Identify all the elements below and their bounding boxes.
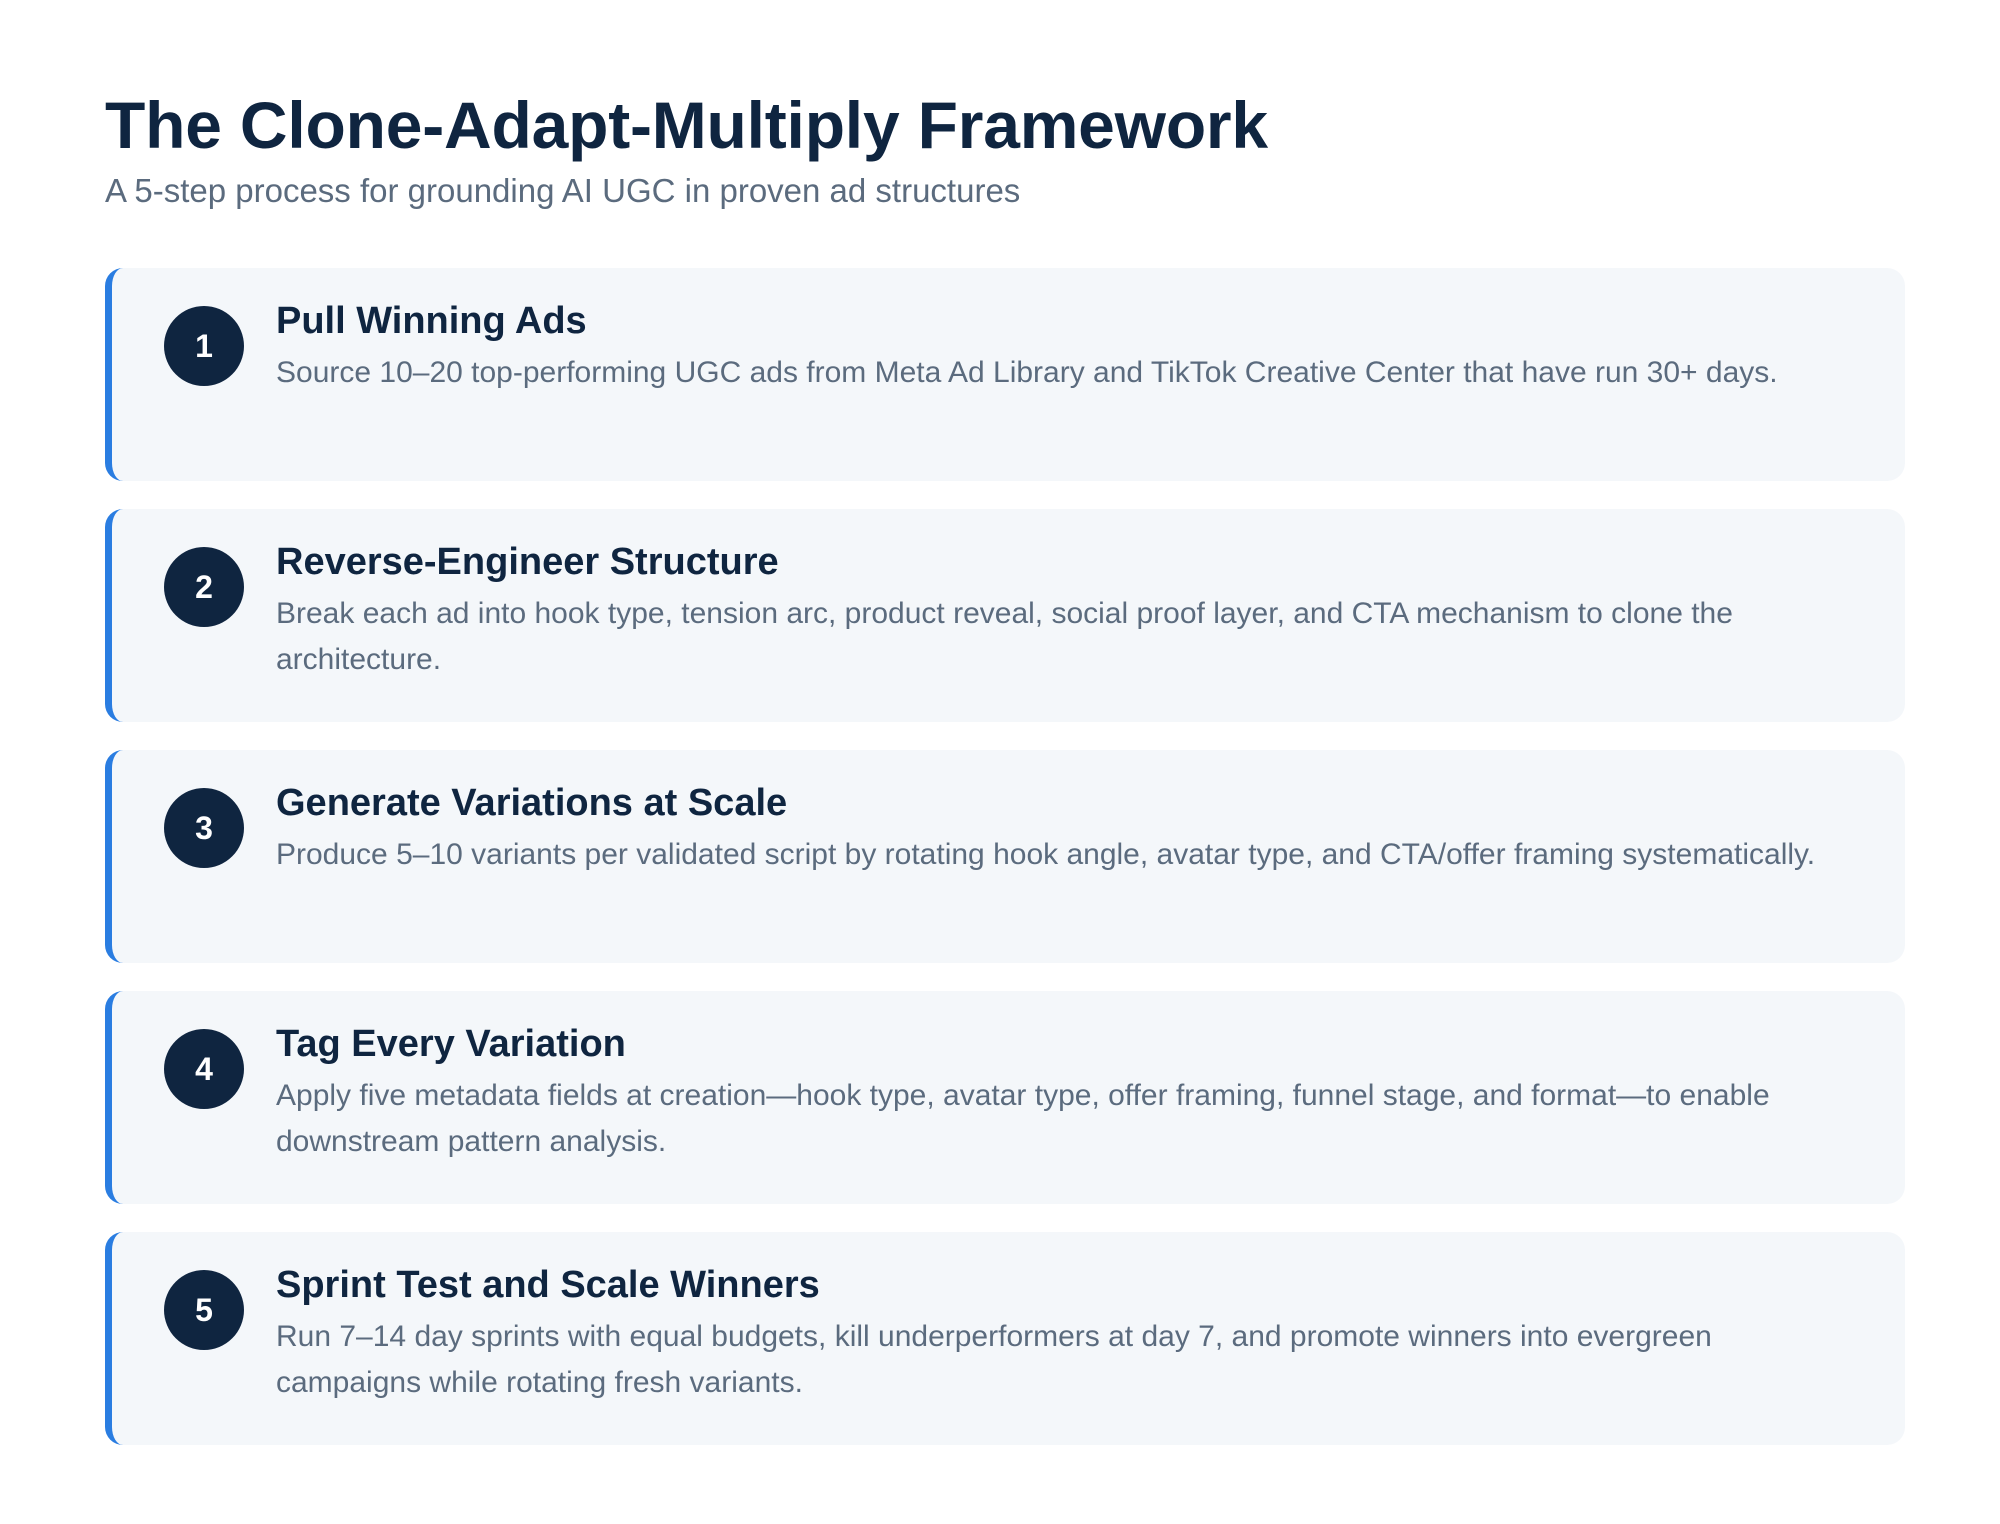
- step-title: Generate Variations at Scale: [276, 782, 788, 824]
- page-subtitle: A 5-step process for grounding AI UGC in…: [105, 172, 1021, 209]
- step-card-1: 1 Pull Winning Ads Source 10–20 top-perf…: [105, 268, 1905, 481]
- step-title: Reverse-Engineer Structure: [276, 541, 779, 583]
- step-body: Pull Winning Ads Source 10–20 top-perfor…: [276, 298, 1855, 396]
- step-number-badge: 1: [164, 306, 244, 386]
- step-card-5: 5 Sprint Test and Scale Winners Run 7–14…: [105, 1232, 1905, 1445]
- step-body: Tag Every Variation Apply five metadata …: [276, 1021, 1855, 1165]
- step-body: Reverse-Engineer Structure Break each ad…: [276, 539, 1855, 683]
- step-title: Sprint Test and Scale Winners: [276, 1264, 820, 1306]
- steps-list: 1 Pull Winning Ads Source 10–20 top-perf…: [105, 268, 1905, 1473]
- framework-page: The Clone-Adapt-Multiply Framework A 5-s…: [105, 85, 1905, 1445]
- step-number-badge: 4: [164, 1029, 244, 1109]
- step-body: Sprint Test and Scale Winners Run 7–14 d…: [276, 1262, 1855, 1406]
- step-number-badge: 5: [164, 1270, 244, 1350]
- step-description: Produce 5–10 variants per validated scri…: [276, 838, 1816, 871]
- step-card-3: 3 Generate Variations at Scale Produce 5…: [105, 750, 1905, 963]
- step-card-4: 4 Tag Every Variation Apply five metadat…: [105, 991, 1905, 1204]
- step-number-badge: 2: [164, 547, 244, 627]
- step-description: Apply five metadata fields at creation—h…: [276, 1079, 1770, 1158]
- step-title: Pull Winning Ads: [276, 300, 587, 342]
- step-card-2: 2 Reverse-Engineer Structure Break each …: [105, 509, 1905, 722]
- step-body: Generate Variations at Scale Produce 5–1…: [276, 780, 1855, 878]
- step-number-badge: 3: [164, 788, 244, 868]
- step-description: Run 7–14 day sprints with equal budgets,…: [276, 1320, 1712, 1399]
- step-title: Tag Every Variation: [276, 1023, 626, 1065]
- step-description: Source 10–20 top-performing UGC ads from…: [276, 356, 1778, 389]
- page-title: The Clone-Adapt-Multiply Framework: [105, 88, 1268, 162]
- step-description: Break each ad into hook type, tension ar…: [276, 597, 1733, 676]
